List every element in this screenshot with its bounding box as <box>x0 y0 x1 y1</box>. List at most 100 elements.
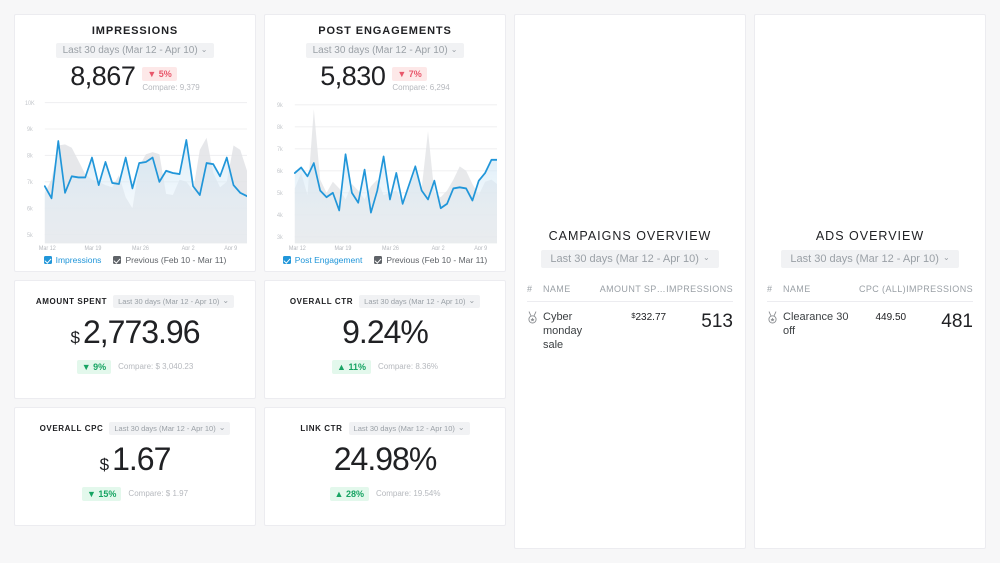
delta-down-arrow-icon: ▼ <box>147 69 157 79</box>
svg-text:7k: 7k <box>277 147 283 153</box>
ads-col-cpc: CPC (ALL) <box>858 284 907 302</box>
overall-cpc-date-range-label: Last 30 days (Mar 12 - Apr 10) <box>114 424 216 433</box>
ads-panel-top-spacer <box>767 29 973 229</box>
campaigns-col-name: NAME <box>543 284 600 302</box>
impressions-value: 8,867 <box>70 61 136 91</box>
overall-cpc-date-range-dropdown[interactable]: Last 30 days (Mar 12 - Apr 10) ⌄ <box>109 422 231 435</box>
overall-ctr-value: 9.24% <box>342 314 429 350</box>
svg-text:Mar 19: Mar 19 <box>84 246 101 250</box>
checkbox-checked-icon[interactable] <box>113 256 122 264</box>
impressions-card: IMPRESSIONS Last 30 days (Mar 12 - Apr 1… <box>14 14 256 272</box>
link-ctr-delta-value: 28% <box>345 488 364 499</box>
impressions-value-row: 8,867 ▼ 5% Compare: 9,379 <box>23 61 247 92</box>
overall-ctr-card: OVERALL CTR Last 30 days (Mar 12 - Apr 1… <box>264 280 506 399</box>
svg-text:Mar 19: Mar 19 <box>334 246 351 250</box>
checkbox-checked-icon[interactable] <box>282 256 291 264</box>
impressions-date-range-dropdown[interactable]: Last 30 days (Mar 12 - Apr 10) ⌄ <box>55 43 215 58</box>
legend-item-previous[interactable]: Previous (Feb 10 - Mar 11) <box>113 255 226 265</box>
overall-cpc-title: OVERALL CPC <box>39 424 104 433</box>
amount-spent-title: AMOUNT SPENT <box>35 297 108 306</box>
post-engagements-chart: 9k 8k 7k 6k 5k 4k 3k Mar 12 Mar 19 Mar 2… <box>273 96 497 250</box>
svg-text:6k: 6k <box>27 206 33 212</box>
delta-up-arrow-icon: ▲ <box>337 361 346 372</box>
amount-spent-card: AMOUNT SPENT Last 30 days (Mar 12 - Apr … <box>14 280 256 399</box>
link-ctr-card: LINK CTR Last 30 days (Mar 12 - Apr 10) … <box>264 407 506 526</box>
post-engagements-chart-svg: 9k 8k 7k 6k 5k 4k 3k Mar 12 Mar 19 Mar 2… <box>277 103 497 250</box>
impressions-delta-badge: ▼ 5% <box>142 67 177 81</box>
chevron-down-icon: ⌄ <box>702 253 710 262</box>
post-engagements-title: POST ENGAGEMENTS <box>318 25 452 37</box>
post-engagements-date-range-dropdown[interactable]: Last 30 days (Mar 12 - Apr 10) ⌄ <box>305 43 465 58</box>
checkbox-checked-icon[interactable] <box>43 256 52 264</box>
ads-date-range-label: Last 30 days (Mar 12 - Apr 10) <box>790 253 939 265</box>
impressions-legend: Impressions Previous (Feb 10 - Mar 11) <box>23 250 247 265</box>
amount-spent-date-range-label: Last 30 days (Mar 12 - Apr 10) <box>118 297 220 306</box>
link-ctr-value: 24.98% <box>333 441 438 477</box>
link-ctr-date-range-label: Last 30 days (Mar 12 - Apr 10) <box>353 424 455 433</box>
ads-row-cpc-value: 449.50 <box>875 312 907 323</box>
ads-row-impressions: 481 <box>941 311 973 332</box>
overall-cpc-compare: Compare: $ 1.97 <box>128 489 189 499</box>
chevron-down-icon: ⌄ <box>200 44 208 54</box>
overall-ctr-compare: Compare: 8.36% <box>377 362 438 372</box>
svg-text:Mar 26: Mar 26 <box>132 246 149 250</box>
svg-text:8k: 8k <box>277 125 283 131</box>
ads-col-rank: # <box>767 284 783 302</box>
campaigns-date-range-dropdown[interactable]: Last 30 days (Mar 12 - Apr 10) ⌄ <box>541 250 719 268</box>
table-row[interactable]: Cyber monday sale $232.77 513 <box>527 302 733 353</box>
amount-spent-currency: $ <box>70 328 80 347</box>
svg-text:Apr 2: Apr 2 <box>432 246 445 250</box>
chevron-down-icon: ⌄ <box>222 295 230 305</box>
legend-item-impressions[interactable]: Impressions <box>43 255 101 265</box>
overall-cpc-delta-value: 15% <box>98 488 117 499</box>
legend-item-previous[interactable]: Previous (Feb 10 - Mar 11) <box>374 255 487 265</box>
delta-down-arrow-icon: ▼ <box>397 69 407 79</box>
legend-item-post-engagement[interactable]: Post Engagement <box>282 255 363 265</box>
svg-text:6k: 6k <box>277 169 283 175</box>
impressions-chart: 10K 9k 8k 7k 6k 5k Mar 12 Mar 19 Mar 26 … <box>23 96 247 250</box>
overall-ctr-date-range-label: Last 30 days (Mar 12 - Apr 10) <box>364 297 466 306</box>
impressions-date-range-label: Last 30 days (Mar 12 - Apr 10) <box>62 45 198 56</box>
campaigns-date-range-label: Last 30 days (Mar 12 - Apr 10) <box>550 253 699 265</box>
post-engagements-x-axis: Mar 12 Mar 19 Mar 26 Apr 2 Apr 9 <box>289 246 487 250</box>
amount-spent-date-range-dropdown[interactable]: Last 30 days (Mar 12 - Apr 10) ⌄ <box>113 295 235 308</box>
campaigns-row-impressions: 513 <box>701 311 733 332</box>
svg-text:5k: 5k <box>27 233 33 239</box>
checkbox-checked-icon[interactable] <box>374 256 383 264</box>
ads-row-cpc: 449.50 <box>859 302 906 339</box>
svg-text:9k: 9k <box>27 127 33 133</box>
medal-icon <box>768 311 777 324</box>
svg-text:10K: 10K <box>25 101 35 107</box>
link-ctr-date-range-dropdown[interactable]: Last 30 days (Mar 12 - Apr 10) ⌄ <box>348 422 470 435</box>
svg-text:4k: 4k <box>277 213 283 219</box>
campaigns-panel-title: CAMPAIGNS OVERVIEW <box>548 229 712 243</box>
legend-label-post-engagement: Post Engagement <box>294 255 363 265</box>
table-row[interactable]: Clearance 30 off 449.50 481 <box>767 302 973 339</box>
campaigns-row-amount: $232.77 <box>600 302 666 353</box>
chevron-down-icon: ⌄ <box>942 253 950 262</box>
metrics-column-left: IMPRESSIONS Last 30 days (Mar 12 - Apr 1… <box>14 14 256 549</box>
chevron-down-icon: ⌄ <box>457 422 465 432</box>
svg-text:9k: 9k <box>277 103 283 109</box>
post-engagements-legend: Post Engagement Previous (Feb 10 - Mar 1… <box>273 250 497 265</box>
campaigns-row-rank <box>527 302 543 353</box>
legend-label-previous: Previous (Feb 10 - Mar 11) <box>125 255 227 265</box>
amount-spent-compare: Compare: $ 3,040.23 <box>118 362 194 372</box>
campaigns-row-amount-value: 232.77 <box>635 312 667 323</box>
post-engagements-delta-badge: ▼ 7% <box>392 67 427 81</box>
amount-spent-delta-badge: ▼ 9% <box>76 359 112 374</box>
medal-icon <box>528 311 537 324</box>
campaigns-col-amount-spent: AMOUNT SP… <box>599 284 667 302</box>
campaigns-overview-panel: CAMPAIGNS OVERVIEW Last 30 days (Mar 12 … <box>514 14 746 549</box>
amount-spent-value: 2,773.96 <box>82 314 201 350</box>
dashboard-root: IMPRESSIONS Last 30 days (Mar 12 - Apr 1… <box>0 0 1000 563</box>
post-engagements-y-axis: 9k 8k 7k 6k 5k 4k 3k <box>277 103 283 241</box>
campaigns-panel-top-spacer <box>527 29 733 229</box>
ads-date-range-dropdown[interactable]: Last 30 days (Mar 12 - Apr 10) ⌄ <box>781 250 959 268</box>
chevron-down-icon: ⌄ <box>450 44 458 54</box>
delta-down-arrow-icon: ▼ <box>86 488 96 499</box>
ads-overview-panel: ADS OVERVIEW Last 30 days (Mar 12 - Apr … <box>754 14 986 549</box>
ads-col-impressions: IMPRESSIONS <box>906 284 973 302</box>
overall-ctr-date-range-dropdown[interactable]: Last 30 days (Mar 12 - Apr 10) ⌄ <box>359 295 481 308</box>
post-engagements-card: POST ENGAGEMENTS Last 30 days (Mar 12 - … <box>264 14 506 272</box>
